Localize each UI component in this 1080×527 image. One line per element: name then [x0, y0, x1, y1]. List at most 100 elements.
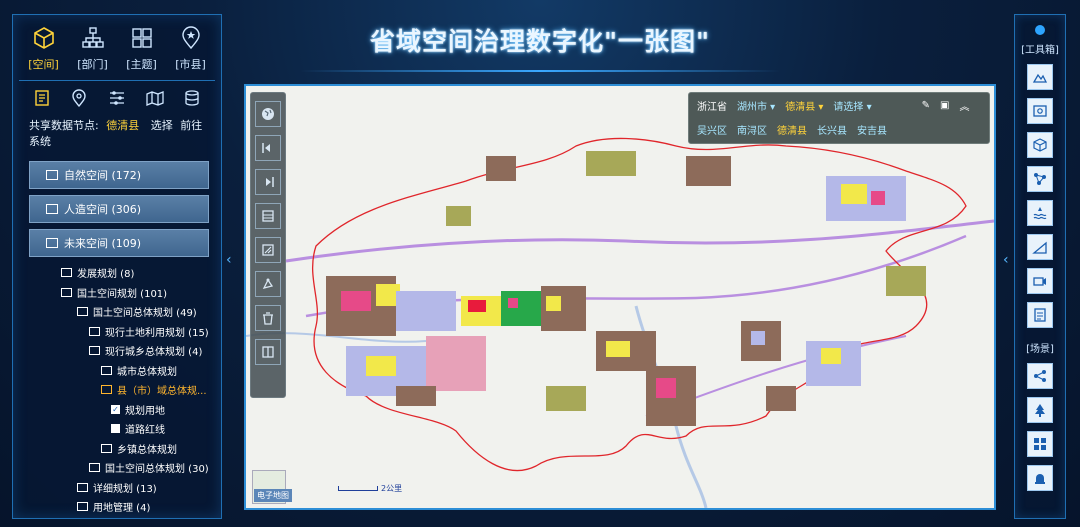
list-icon: [1034, 308, 1046, 322]
image-icon[interactable]: ▣: [940, 100, 949, 111]
layers-button[interactable]: [255, 203, 281, 229]
folder-icon: [101, 365, 112, 375]
back-button[interactable]: [255, 135, 281, 161]
section-artificial-space[interactable]: 人造空间 (306): [29, 195, 209, 223]
tree-folder-item[interactable]: 现行城乡总体规划 (4): [13, 341, 221, 361]
tree-item-label: 国土空间规划 (101): [77, 288, 168, 300]
windows-icon: [1034, 438, 1046, 450]
region-select[interactable]: 请选择 ▾: [833, 98, 871, 113]
tree-folder-item[interactable]: 城市总体规划: [13, 361, 221, 381]
forward-icon: [266, 177, 274, 187]
tree-item-label: 县（市）域总体规...: [117, 386, 207, 398]
section-natural-space[interactable]: 自然空间 (172): [29, 161, 209, 189]
region-province[interactable]: 浙江省: [697, 98, 727, 113]
collapse-left-arrow[interactable]: ‹: [226, 252, 236, 270]
page-title: 省域空间治理数字化"一张图": [369, 27, 711, 56]
scale-bar: 2公里: [338, 483, 402, 494]
region-selector: 浙江省 湖州市 ▾ 德清县 ▾ 请选择 ▾ ✎ ▣ ︽ 吴兴区 南浔区 德清县 …: [688, 92, 990, 144]
camera-icon: [1033, 277, 1046, 286]
divider: [19, 80, 215, 81]
section-label: 未来空间 (109): [64, 237, 142, 250]
region-county[interactable]: 德清县 ▾: [785, 98, 823, 113]
tree-folder-item[interactable]: 国土空间总体规划 (30): [13, 458, 221, 478]
category-tabs: [空间] [部门] [主题] [市县]: [13, 15, 221, 72]
tree-layer-checkbox-item[interactable]: 道路红线: [13, 419, 221, 439]
select-node-link[interactable]: 选择: [151, 119, 173, 132]
database-icon[interactable]: [182, 89, 202, 107]
network-tool[interactable]: [1027, 166, 1053, 192]
cube-icon: [33, 27, 54, 49]
tree-item-label: 现行土地利用规划 (15): [105, 327, 209, 339]
chart-slope-icon: [1032, 241, 1047, 254]
location-icon[interactable]: [69, 89, 89, 107]
tab-space-label: [空间]: [28, 58, 59, 71]
share-icon: [1034, 370, 1046, 382]
collapse-icon[interactable]: ︽: [959, 98, 969, 113]
tree-scene[interactable]: [1027, 397, 1053, 423]
tree-folder-item[interactable]: 国土空间总体规划 (49): [13, 302, 221, 322]
tree-item-label: 城市总体规划: [117, 366, 177, 378]
region-select-label: 请选择: [833, 101, 864, 113]
terrain-tool[interactable]: [1027, 64, 1053, 90]
layer-checkbox[interactable]: ✓: [111, 404, 120, 414]
tab-space[interactable]: [空间]: [22, 25, 66, 72]
split-icon: [262, 346, 274, 358]
district-item[interactable]: 长兴县: [817, 122, 847, 137]
document-icon[interactable]: [32, 89, 52, 107]
map-icon[interactable]: [145, 89, 165, 107]
district-item-selected[interactable]: 德清县: [777, 122, 807, 137]
section-future-space[interactable]: 未来空间 (109): [29, 229, 209, 257]
list-tool[interactable]: [1027, 302, 1053, 328]
region-county-label: 德清县: [785, 101, 816, 113]
alarm-icon: [1035, 474, 1045, 484]
draw-button[interactable]: [255, 271, 281, 297]
split-button[interactable]: [255, 339, 281, 365]
alarm-scene[interactable]: [1027, 465, 1053, 491]
tree-folder-item[interactable]: 县（市）域总体规...: [13, 380, 221, 400]
scale-line: [338, 486, 378, 491]
flood-tool[interactable]: [1027, 200, 1053, 226]
globe-button[interactable]: [255, 101, 281, 127]
windows-scene[interactable]: [1027, 431, 1053, 457]
flood-icon: [1033, 207, 1047, 220]
forward-button[interactable]: [255, 169, 281, 195]
toolbox-toggle-icon[interactable]: [1035, 25, 1045, 35]
share-node-value: 德清县: [106, 119, 140, 132]
header-decoration: [300, 70, 780, 72]
share-scene[interactable]: [1027, 363, 1053, 389]
measure-button[interactable]: [255, 237, 281, 263]
clear-button[interactable]: [255, 305, 281, 331]
district-item[interactable]: 南浔区: [737, 122, 767, 137]
tab-county[interactable]: [市县]: [169, 25, 213, 72]
tree-layer-checkbox-item[interactable]: ✓ 规划用地: [13, 400, 221, 420]
broom-icon[interactable]: ✎: [922, 100, 930, 111]
map-canvas[interactable]: [246, 86, 994, 508]
globe-icon: [262, 108, 274, 120]
camera-tool[interactable]: [1027, 268, 1053, 294]
layer-checkbox[interactable]: [111, 424, 120, 434]
tree-folder-item[interactable]: 发展规划 (8): [13, 263, 221, 283]
cube-scan-icon: [1033, 138, 1047, 152]
tab-department[interactable]: [部门]: [71, 25, 115, 72]
map-view[interactable]: 浙江省 湖州市 ▾ 德清县 ▾ 请选择 ▾ ✎ ▣ ︽ 吴兴区 南浔区 德清县 …: [244, 84, 996, 510]
folder-icon: [61, 268, 72, 278]
draw-icon: [262, 278, 274, 289]
sliders-icon[interactable]: [107, 89, 127, 107]
cube-scan-tool[interactable]: [1027, 132, 1053, 158]
region-city[interactable]: 湖州市 ▾: [737, 98, 775, 113]
district-item[interactable]: 安吉县: [857, 122, 887, 137]
header: 省域空间治理数字化"一张图": [260, 22, 820, 72]
district-item[interactable]: 吴兴区: [697, 122, 727, 137]
tree-item-label: 发展规划 (8): [77, 269, 135, 281]
grid-icon: [131, 28, 152, 48]
tree-folder-item[interactable]: 详细规划 (13): [13, 478, 221, 498]
tree-folder-item[interactable]: 现行土地利用规划 (15): [13, 322, 221, 342]
tree-folder-item[interactable]: 用地管理 (4): [13, 497, 221, 517]
slope-tool[interactable]: [1027, 234, 1053, 260]
tree-folder-item[interactable]: 国土空间规划 (101): [13, 283, 221, 303]
tab-theme[interactable]: [主题]: [120, 25, 164, 72]
tree-folder-item[interactable]: 乡镇总体规划: [13, 439, 221, 459]
photo-tool[interactable]: [1027, 98, 1053, 124]
right-panel: [工具箱] [场景]: [1014, 14, 1066, 519]
collapse-right-arrow[interactable]: ‹: [1003, 252, 1013, 270]
